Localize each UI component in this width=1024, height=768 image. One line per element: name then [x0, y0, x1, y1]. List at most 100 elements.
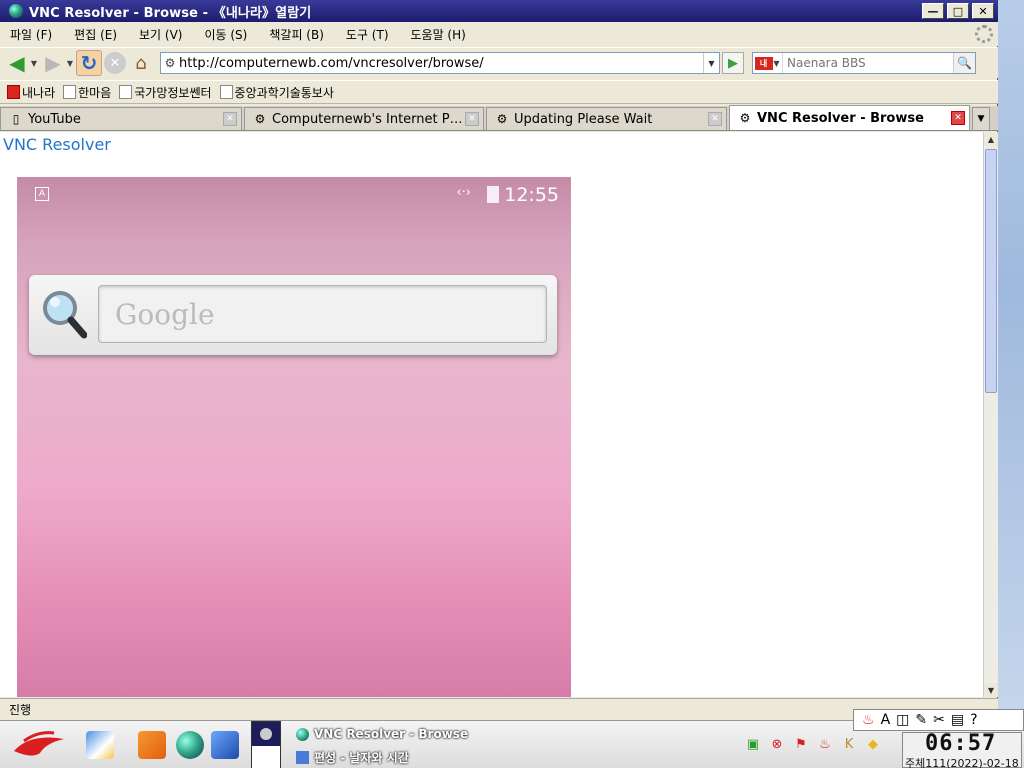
forward-history-dropdown[interactable]: ▼ [66, 59, 74, 68]
page-icon [219, 85, 233, 99]
sync-arrows-icon: ‹·› [456, 185, 471, 200]
globe-icon [296, 727, 309, 741]
taskbar-clock[interactable]: 06:57 주체111(2022)-02-18 [902, 731, 1022, 768]
tab-close-icon[interactable]: ✕ [708, 112, 722, 126]
globe-icon [260, 728, 272, 740]
home-button[interactable]: ⌂ [128, 50, 154, 76]
network-icon[interactable]: ▣ [744, 735, 762, 753]
tab-strip: ▯ YouTube ✕ ⚙ Computernewb's Internet P…… [0, 105, 998, 131]
clock-date: 주체111(2022)-02-18 [905, 757, 1019, 768]
menu-bar: 파일 (F) 편집 (E) 보기 (V) 이동 (S) 책갈피 (B) 도구 (… [0, 22, 998, 46]
search-input[interactable] [783, 56, 953, 70]
menu-view[interactable]: 보기 (V) [135, 24, 186, 45]
back-history-dropdown[interactable]: ▼ [30, 59, 38, 68]
torch-icon[interactable]: ♨ [816, 735, 834, 753]
search-engine-selector[interactable]: 내 ▼ [753, 53, 783, 73]
workspace-2[interactable] [252, 746, 280, 768]
task-vnc-resolver[interactable]: VNC Resolver - Browse [296, 727, 468, 741]
page-icon [119, 85, 133, 99]
workspace-1[interactable] [252, 722, 280, 746]
browser-globe-icon [9, 4, 23, 18]
start-menu-icon[interactable] [10, 729, 68, 761]
tools-icon[interactable]: ✂ [933, 712, 945, 728]
naenara-icon [7, 85, 20, 99]
flag-icon[interactable]: ⚑ [792, 735, 810, 753]
help-icon[interactable]: ? [970, 712, 977, 728]
tab-label: Computernewb's Internet P… [272, 111, 461, 127]
font-icon[interactable]: A [881, 712, 891, 728]
site-icon: ⚙ [254, 112, 266, 126]
title-bar[interactable]: VNC Resolver - Browse - 《내나라》열람기 — □ ✕ [0, 0, 998, 22]
menu-go[interactable]: 이동 (S) [200, 24, 251, 45]
tab-updating[interactable]: ⚙ Updating Please Wait ✕ [486, 107, 727, 130]
scroll-down-icon[interactable]: ▼ [984, 683, 998, 697]
menu-edit[interactable]: 편집 (E) [70, 24, 121, 45]
workspace-pager[interactable] [251, 721, 281, 768]
tab-computernewb[interactable]: ⚙ Computernewb's Internet P… ✕ [244, 107, 484, 130]
search-button[interactable]: 🔍 [953, 53, 975, 73]
tab-label: VNC Resolver - Browse [757, 110, 924, 126]
stop-button[interactable]: ✕ [104, 52, 126, 74]
battery-icon [487, 186, 499, 203]
stop-icon: ✕ [109, 55, 121, 71]
bookmark-science-news[interactable]: 중앙과학기술통보사 [219, 84, 334, 101]
browser-launcher-icon[interactable] [176, 731, 204, 759]
close-button[interactable]: ✕ [972, 3, 994, 19]
status-bar: 진행 [0, 698, 998, 720]
tab-close-icon[interactable]: ✕ [223, 112, 237, 126]
url-input[interactable] [179, 55, 703, 71]
forward-button[interactable]: ▶ [40, 50, 66, 76]
torch-icon[interactable]: ♨ [862, 712, 875, 728]
search-bar: 내 ▼ 🔍 [752, 52, 976, 74]
throbber-icon [975, 25, 993, 43]
book-icon[interactable]: ◫ [896, 712, 909, 728]
desktop-background [996, 0, 1024, 720]
menu-help[interactable]: 도움말 (H) [407, 24, 470, 45]
menu-bookmarks[interactable]: 책갈피 (B) [265, 24, 328, 45]
task-label: 편성 - 날자와 시간 [314, 751, 409, 765]
reload-button[interactable]: ↻ [76, 50, 102, 76]
naenara-logo-icon: 내 [754, 56, 773, 70]
google-placeholder: Google [115, 297, 215, 331]
google-search-widget: Google [29, 275, 557, 355]
office-launcher-icon[interactable] [138, 731, 166, 759]
tab-list-dropdown[interactable]: ▼ [972, 107, 990, 130]
clipboard-icon[interactable]: ▤ [951, 712, 964, 728]
android-clock: 12:55 [504, 184, 559, 206]
keyboard-indicator-icon: A [35, 187, 49, 201]
minimize-button[interactable]: — [922, 3, 944, 19]
media-launcher-icon[interactable] [211, 731, 239, 759]
tab-label: Updating Please Wait [514, 111, 653, 127]
go-button[interactable]: ▶ [722, 52, 744, 74]
editor-launcher-icon[interactable] [86, 731, 114, 759]
bookmark-naenara[interactable]: 내나라 [7, 84, 55, 101]
menu-file[interactable]: 파일 (F) [6, 24, 56, 45]
reload-icon: ↻ [80, 51, 98, 75]
bookmark-national-info-center[interactable]: 국가망정보쎈터 [119, 84, 212, 101]
home-icon: ⌂ [135, 52, 147, 74]
window-title: VNC Resolver - Browse - 《내나라》열람기 [29, 5, 312, 21]
system-tray: ▣ ⊗ ⚑ ♨ K ◆ [744, 735, 882, 753]
bookmark-label: 한마음 [78, 85, 112, 100]
notepad-icon[interactable]: ✎ [915, 712, 927, 728]
bookmark-hanmaeum[interactable]: 한마음 [63, 84, 111, 101]
scroll-up-icon[interactable]: ▲ [984, 132, 998, 146]
tab-youtube[interactable]: ▯ YouTube ✕ [0, 107, 242, 130]
tab-close-icon[interactable]: ✕ [465, 112, 479, 126]
vnc-resolver-link[interactable]: VNC Resolver [3, 135, 111, 154]
maximize-button[interactable]: □ [947, 3, 969, 19]
task-date-time[interactable]: 편성 - 날자와 시간 [296, 749, 409, 766]
scrollbar-thumb[interactable] [985, 149, 997, 393]
tab-label: YouTube [28, 111, 81, 127]
url-history-dropdown[interactable]: ▼ [703, 53, 719, 73]
keyboard-layout-icon[interactable]: K [840, 735, 858, 753]
tab-vnc-resolver[interactable]: ⚙ VNC Resolver - Browse ✕ [729, 105, 970, 130]
tag-icon[interactable]: ◆ [864, 735, 882, 753]
back-button[interactable]: ◀ [4, 50, 30, 76]
menu-tools[interactable]: 도구 (T) [342, 24, 393, 45]
no-network-icon[interactable]: ⊗ [768, 735, 786, 753]
vertical-scrollbar[interactable]: ▲ ▼ [983, 132, 998, 697]
engine-dropdown-icon: ▼ [773, 58, 780, 68]
tab-close-icon[interactable]: ✕ [951, 111, 965, 125]
forward-arrow-icon: ▶ [45, 51, 61, 75]
